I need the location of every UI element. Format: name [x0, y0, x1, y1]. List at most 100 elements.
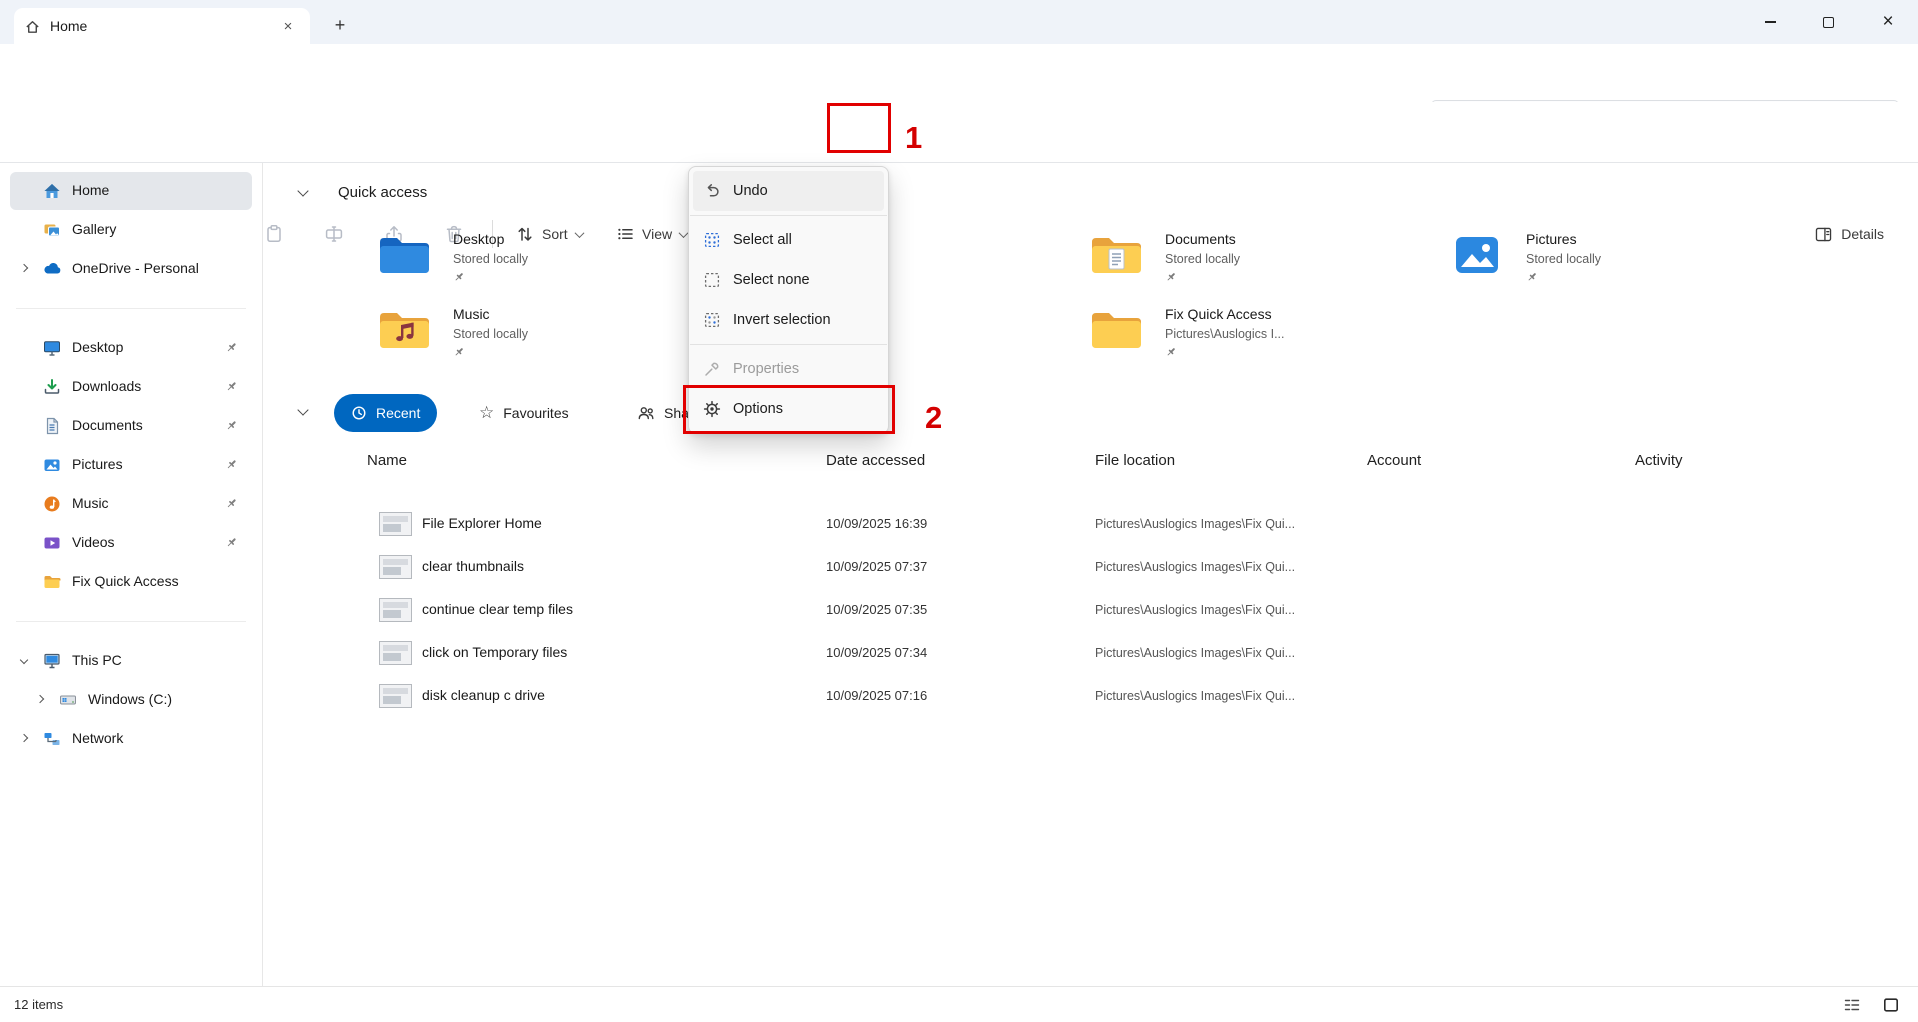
file-location: Pictures\Auslogics Images\Fix Qui... [1095, 689, 1295, 703]
pin-icon [453, 346, 465, 358]
details-pane-button[interactable]: Details [1804, 216, 1894, 252]
recent-file-row[interactable]: clear thumbnails 10/09/2025 07:37 Pictur… [263, 546, 1918, 589]
details-pane-icon [1814, 225, 1833, 244]
minimize-button[interactable] [1741, 0, 1799, 44]
column-header-name[interactable]: Name [367, 452, 407, 469]
onedrive-cloud-icon [42, 259, 62, 279]
menu-item-invert-selection[interactable]: Invert selection [693, 300, 884, 340]
tile-name: Desktop [453, 231, 504, 247]
quick-access-title: Quick access [338, 184, 427, 201]
sidebar-item-network[interactable]: Network [10, 720, 252, 758]
pin-icon [453, 271, 465, 283]
this-pc-icon [42, 651, 62, 671]
yellow-folder-icon [1089, 308, 1143, 352]
sidebar-item-music[interactable]: Music [10, 485, 252, 523]
network-icon [42, 729, 62, 749]
file-thumbnail [379, 641, 412, 665]
tile-fix-quick-access[interactable]: Fix Quick Access Pictures\Auslogics I... [1089, 306, 1389, 372]
sidebar-item-label: Windows (C:) [88, 691, 172, 707]
annotation-label-step2: 2 [925, 400, 942, 436]
pin-icon [1165, 271, 1177, 283]
sidebar-item-home[interactable]: Home [10, 172, 252, 210]
tile-name: Music [453, 306, 490, 322]
sidebar-item-documents[interactable]: Documents [10, 407, 252, 445]
chevron-down-icon[interactable] [20, 656, 28, 664]
tab-recent-label: Recent [376, 405, 420, 421]
explorer-tab-home[interactable]: Home × [14, 8, 310, 44]
sidebar-item-label: Music [72, 495, 109, 511]
home-icon [24, 18, 41, 35]
file-name: clear thumbnails [422, 558, 524, 574]
folder-icon [42, 572, 62, 592]
sidebar-item-fix-quick-access[interactable]: Fix Quick Access [10, 563, 252, 601]
menu-item-undo[interactable]: Undo [693, 171, 884, 211]
menu-divider [690, 344, 887, 345]
select-none-icon [703, 271, 721, 289]
tile-subtitle: Stored locally [1165, 252, 1240, 266]
column-header-date-accessed[interactable]: Date accessed [826, 452, 925, 469]
thumbnail-view-toggle-icon[interactable] [1882, 996, 1900, 1014]
blue-folder-icon [377, 233, 431, 277]
sidebar-item-desktop[interactable]: Desktop [10, 329, 252, 367]
tab-favourites[interactable]: ☆ Favourites [462, 394, 586, 432]
music-folder-icon [377, 308, 431, 352]
sidebar-item-pictures[interactable]: Pictures [10, 446, 252, 484]
tile-subtitle: Stored locally [1526, 252, 1601, 266]
sidebar-item-this-pc[interactable]: This PC [10, 642, 252, 680]
tile-desktop[interactable]: Desktop Stored locally [377, 231, 677, 297]
file-date-accessed: 10/09/2025 16:39 [826, 516, 927, 531]
recent-file-row[interactable]: click on Temporary files 10/09/2025 07:3… [263, 632, 1918, 675]
chevron-right-icon[interactable] [20, 264, 28, 272]
tile-music[interactable]: Music Stored locally [377, 306, 677, 372]
sidebar-item-windows-c[interactable]: Windows (C:) [10, 681, 252, 719]
sidebar-item-label: Gallery [72, 221, 116, 237]
sidebar-item-gallery[interactable]: Gallery [10, 211, 252, 249]
annotation-box-step1 [827, 103, 891, 153]
chevron-right-icon[interactable] [36, 695, 44, 703]
menu-item-properties[interactable]: Properties [693, 349, 884, 389]
new-tab-button[interactable]: + [326, 12, 354, 39]
sidebar-item-downloads[interactable]: Downloads [10, 368, 252, 406]
pin-icon [225, 536, 238, 549]
rename-button[interactable] [312, 216, 356, 252]
file-date-accessed: 10/09/2025 07:16 [826, 688, 927, 703]
items-count: 12 items [14, 987, 63, 1022]
pin-icon [225, 419, 238, 432]
chevron-right-icon[interactable] [20, 734, 28, 742]
tile-pictures[interactable]: Pictures Stored locally [1450, 231, 1750, 297]
details-view-toggle-icon[interactable] [1843, 996, 1861, 1014]
documents-folder-icon [1089, 233, 1143, 277]
recent-file-row[interactable]: continue clear temp files 10/09/2025 07:… [263, 589, 1918, 632]
pictures-icon [42, 455, 62, 475]
sidebar-item-label: Downloads [72, 378, 141, 394]
column-header-file-location[interactable]: File location [1095, 452, 1175, 469]
downloads-icon [42, 377, 62, 397]
sidebar-item-videos[interactable]: Videos [10, 524, 252, 562]
file-thumbnail [379, 684, 412, 708]
file-name: disk cleanup c drive [422, 687, 545, 703]
menu-item-select-none[interactable]: Select none [693, 260, 884, 300]
recent-file-row[interactable]: File Explorer Home 10/09/2025 16:39 Pict… [263, 503, 1918, 546]
menu-item-select-all[interactable]: Select all [693, 220, 884, 260]
tile-documents[interactable]: Documents Stored locally [1089, 231, 1389, 297]
tab-recent[interactable]: Recent [334, 394, 437, 432]
close-button[interactable]: × [1858, 0, 1918, 44]
column-header-account[interactable]: Account [1367, 452, 1421, 469]
column-header-activity[interactable]: Activity [1635, 452, 1683, 469]
maximize-button[interactable] [1799, 0, 1858, 44]
rename-icon [324, 224, 344, 244]
home-icon [42, 181, 62, 201]
sidebar-item-onedrive[interactable]: OneDrive - Personal [10, 250, 252, 288]
recent-collapse-icon[interactable] [297, 404, 308, 415]
navigation-bar: ← → ↑ ↻ Home [0, 44, 1918, 102]
recent-file-row[interactable]: disk cleanup c drive 10/09/2025 07:16 Pi… [263, 675, 1918, 718]
tab-close-icon[interactable]: × [276, 14, 300, 38]
file-location: Pictures\Auslogics Images\Fix Qui... [1095, 560, 1295, 574]
file-date-accessed: 10/09/2025 07:35 [826, 602, 927, 617]
pin-icon [225, 497, 238, 510]
menu-item-label: Properties [733, 361, 799, 377]
tile-subtitle: Pictures\Auslogics I... [1165, 327, 1285, 341]
annotation-box-step2 [683, 385, 895, 434]
quick-access-collapse-icon[interactable] [297, 185, 308, 196]
sidebar-divider [16, 621, 246, 622]
